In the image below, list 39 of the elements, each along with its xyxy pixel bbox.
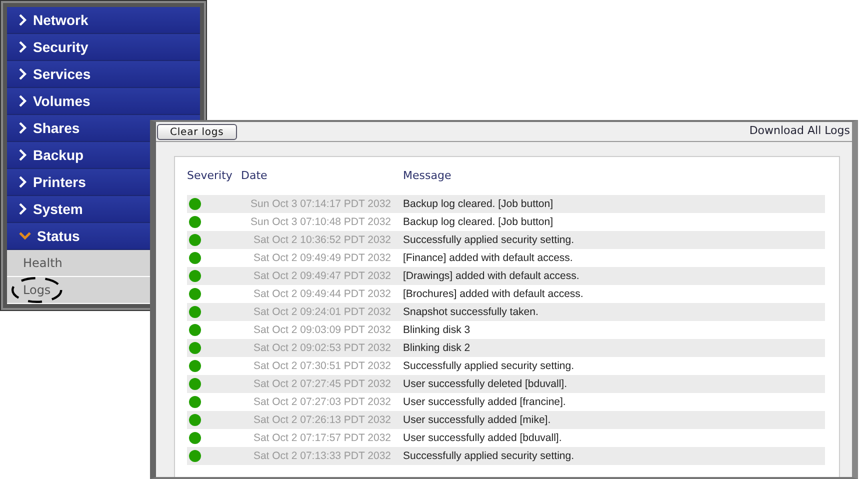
- clear-logs-button[interactable]: Clear logs: [157, 124, 237, 140]
- message-cell-text: User successfully added [bduvall].: [403, 432, 563, 444]
- date-cell-text: Sat Oct 2 09:03:09 PDT 2032: [252, 324, 392, 336]
- date-cell-text: Sat Oct 2 07:13:33 PDT 2032: [252, 450, 392, 462]
- message-cell-text: [Finance] added with default access.: [403, 252, 574, 264]
- date-cell-text: Sat Oct 2 07:27:03 PDT 2032: [252, 396, 392, 408]
- message-cell-text: Successfully applied security setting.: [403, 450, 575, 462]
- date-cell-text: Sat Oct 2 09:24:01 PDT 2032: [252, 306, 392, 318]
- date-cell-text: Sat Oct 2 07:27:45 PDT 2032: [252, 378, 392, 390]
- menu-item[interactable]: Services: [7, 61, 200, 88]
- message-cell-text: Successfully applied security setting.: [403, 234, 575, 246]
- date-cell-text: Sat Oct 2 09:49:44 PDT 2032: [252, 288, 392, 300]
- menu-item[interactable]: Security: [7, 34, 200, 61]
- date-cell-text: Sat Oct 2 09:49:49 PDT 2032: [252, 252, 392, 264]
- message-cell-text: Backup log cleared. [Job button]: [403, 216, 554, 228]
- menu-item[interactable]: Network: [7, 7, 200, 34]
- menu-item[interactable]: Volumes: [7, 88, 200, 115]
- download-logs-link[interactable]: Download All Logs: [749, 124, 850, 137]
- message-cell-text: User successfully added [francine].: [403, 396, 567, 408]
- date-cell-text: Sat Oct 2 09:49:47 PDT 2032: [252, 270, 392, 282]
- date-cell-text: Sun Oct 3 07:14:17 PDT 2032: [250, 198, 392, 210]
- message-cell-text: [Brochures] added with default access.: [403, 288, 584, 300]
- message-cell-text: Successfully applied security setting.: [403, 360, 575, 372]
- date-cell-text: Sat Oct 2 07:17:57 PDT 2032: [252, 432, 392, 444]
- message-cell-text: User successfully added [mike].: [403, 414, 552, 426]
- column-header: Date: [241, 169, 268, 184]
- date-cell-text: Sat Oct 2 07:26:13 PDT 2032: [252, 414, 392, 426]
- message-cell-text: [Drawings] added with default access.: [403, 270, 580, 282]
- message-cell-text: User successfully deleted [bduvall].: [403, 378, 568, 390]
- message-cell-text: Blinking disk 3: [403, 324, 472, 336]
- column-header: Message: [403, 169, 452, 184]
- message-cell-text: Snapshot successfully taken.: [403, 306, 540, 318]
- date-cell-text: Sat Oct 2 07:30:51 PDT 2032: [252, 360, 392, 372]
- date-cell-text: Sun Oct 3 07:10:48 PDT 2032: [250, 216, 392, 228]
- message-cell-text: Backup log cleared. [Job button]: [403, 198, 554, 210]
- date-cell-text: Sat Oct 2 10:36:52 PDT 2032: [252, 234, 392, 246]
- submenu-item[interactable]: Health: [17, 254, 68, 272]
- message-cell-text: Blinking disk 2: [403, 342, 472, 354]
- date-cell-text: Sat Oct 2 09:02:53 PDT 2032: [252, 342, 392, 354]
